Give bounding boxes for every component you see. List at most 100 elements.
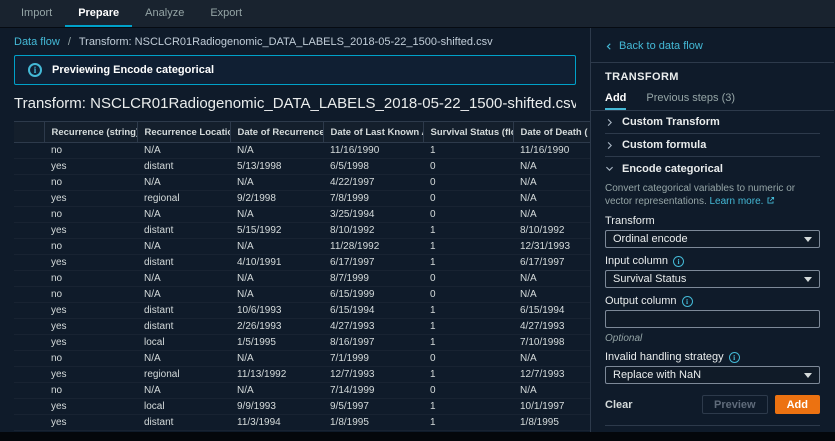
section-encode-categorical[interactable]: Encode categorical (605, 157, 820, 180)
data-table: Recurrence (string)Recurrence Location (… (14, 121, 590, 441)
table-cell (14, 302, 44, 319)
table-cell: regional (137, 190, 230, 207)
output-column-input[interactable] (605, 310, 820, 328)
invalid-handling-select[interactable]: Replace with NaN (605, 366, 820, 384)
encode-description: Convert categorical variables to numeric… (605, 182, 820, 208)
table-cell: yes (44, 318, 137, 335)
input-column-select[interactable]: Survival Status (605, 270, 820, 288)
table-cell (14, 158, 44, 175)
table-cell: N/A (513, 206, 590, 223)
table-cell: yes (44, 366, 137, 383)
table-row: no N/A N/A 3/25/1994 0 N/A (14, 206, 590, 223)
table-row: no N/A N/A 11/16/1990 1 11/16/1990 (14, 142, 590, 159)
transform-heading: TRANSFORM (605, 71, 679, 83)
table-cell (14, 334, 44, 351)
table-row: no N/A N/A 7/1/1999 0 N/A (14, 350, 590, 367)
table-cell: no (44, 286, 137, 303)
info-icon[interactable]: i (672, 255, 684, 267)
table-cell: 1 (423, 366, 513, 383)
table-row: yes regional 9/2/1998 7/8/1999 0 N/A (14, 190, 590, 207)
preview-button[interactable]: Preview (702, 395, 768, 414)
table-cell: 8/10/1992 (513, 222, 590, 239)
info-icon[interactable]: i (681, 295, 693, 307)
table-cell: N/A (513, 350, 590, 367)
chevron-right-icon (607, 118, 612, 126)
table-cell (14, 382, 44, 399)
tab-add[interactable]: Add (605, 89, 626, 110)
table-cell: N/A (230, 238, 323, 255)
table-row: yes distant 2/26/1993 4/27/1993 1 4/27/1993 (14, 318, 590, 335)
section-custom-transform[interactable]: Custom Transform (605, 111, 820, 134)
table-row: yes regional 11/13/1992 12/7/1993 1 12/7/1993 (14, 366, 590, 383)
table-cell: 2/26/1993 (230, 318, 323, 335)
transform-select-value: Ordinal encode (613, 233, 688, 245)
chevron-down-icon (606, 166, 613, 171)
clear-button[interactable]: Clear (605, 399, 633, 411)
table-cell: 6/15/1994 (323, 302, 423, 319)
table-cell: 7/14/1999 (323, 382, 423, 399)
section-custom-formula[interactable]: Custom formula (605, 134, 820, 157)
table-cell: N/A (230, 350, 323, 367)
breadcrumb-current: Transform: NSCLCR01Radiogenomic_DATA_LAB… (78, 36, 493, 48)
table-cell: no (44, 142, 137, 159)
table-cell: yes (44, 334, 137, 351)
table-cell: 1 (423, 142, 513, 159)
table-cell: 7/1/1999 (323, 350, 423, 367)
column-header: Date of Death ( (512, 121, 590, 143)
table-cell: 11/3/1994 (230, 414, 323, 431)
table-cell: N/A (137, 350, 230, 367)
learn-more-link[interactable]: Learn more. (710, 196, 776, 207)
table-cell: N/A (137, 382, 230, 399)
add-button[interactable]: Add (774, 395, 820, 414)
table-cell: 11/28/1992 (323, 238, 423, 255)
table-cell (14, 222, 44, 239)
transform-select[interactable]: Ordinal encode (605, 230, 820, 248)
transform-field-label: Transform (605, 215, 655, 227)
input-column-select-value: Survival Status (613, 273, 687, 285)
tab-import[interactable]: Import (8, 0, 65, 27)
table-cell: 8/7/1999 (323, 270, 423, 287)
panel-tabs: Add Previous steps (3) (591, 89, 834, 111)
table-cell: N/A (230, 286, 323, 303)
tab-analyze[interactable]: Analyze (132, 0, 197, 27)
table-cell: 0 (423, 190, 513, 207)
table-row: yes distant 5/13/1998 6/5/1998 0 N/A (14, 158, 590, 175)
table-cell: 1 (423, 334, 513, 351)
banner-message: Previewing Encode categorical (52, 64, 215, 76)
table-cell: no (44, 238, 137, 255)
tab-previous-steps[interactable]: Previous steps (3) (646, 89, 735, 110)
table-cell: 1/5/1995 (230, 334, 323, 351)
table-row: yes distant 10/6/1993 6/15/1994 1 6/15/1994 (14, 302, 590, 319)
table-cell: no (44, 206, 137, 223)
table-cell: 0 (423, 270, 513, 287)
table-cell (14, 366, 44, 383)
table-cell: yes (44, 158, 137, 175)
table-row: yes distant 11/3/1994 1/8/1995 1 1/8/1995 (14, 414, 590, 431)
section-label: Encode categorical (622, 162, 723, 175)
table-cell: N/A (137, 142, 230, 159)
column-header: Date of Recurrence (st... (229, 121, 323, 143)
table-cell: 1 (423, 222, 513, 239)
table-cell: N/A (230, 382, 323, 399)
tab-export[interactable]: Export (197, 0, 255, 27)
tab-prepare[interactable]: Prepare (65, 0, 132, 27)
table-header-row: Recurrence (string)Recurrence Location (… (14, 121, 590, 143)
info-icon[interactable]: i (728, 351, 740, 363)
table-cell: distant (137, 414, 230, 431)
table-row: no N/A N/A 11/28/1992 1 12/31/1993 (14, 238, 590, 255)
table-row: yes local 9/9/1993 9/5/1997 1 10/1/1997 (14, 398, 590, 415)
table-cell: 9/5/1997 (323, 398, 423, 415)
table-cell: 8/10/1992 (323, 222, 423, 239)
table-cell: no (44, 382, 137, 399)
table-cell: N/A (513, 174, 590, 191)
table-cell: regional (137, 366, 230, 383)
table-cell: 1 (423, 238, 513, 255)
table-cell: 1 (423, 302, 513, 319)
table-cell: yes (44, 414, 137, 431)
table-cell (14, 398, 44, 415)
back-to-data-flow-link[interactable]: Back to data flow (605, 40, 820, 52)
external-link-icon (767, 196, 775, 204)
table-row: yes local 1/5/1995 8/16/1997 1 7/10/1998 (14, 334, 590, 351)
breadcrumb-data-flow-link[interactable]: Data flow (14, 36, 60, 48)
table-cell: 5/13/1998 (230, 158, 323, 175)
